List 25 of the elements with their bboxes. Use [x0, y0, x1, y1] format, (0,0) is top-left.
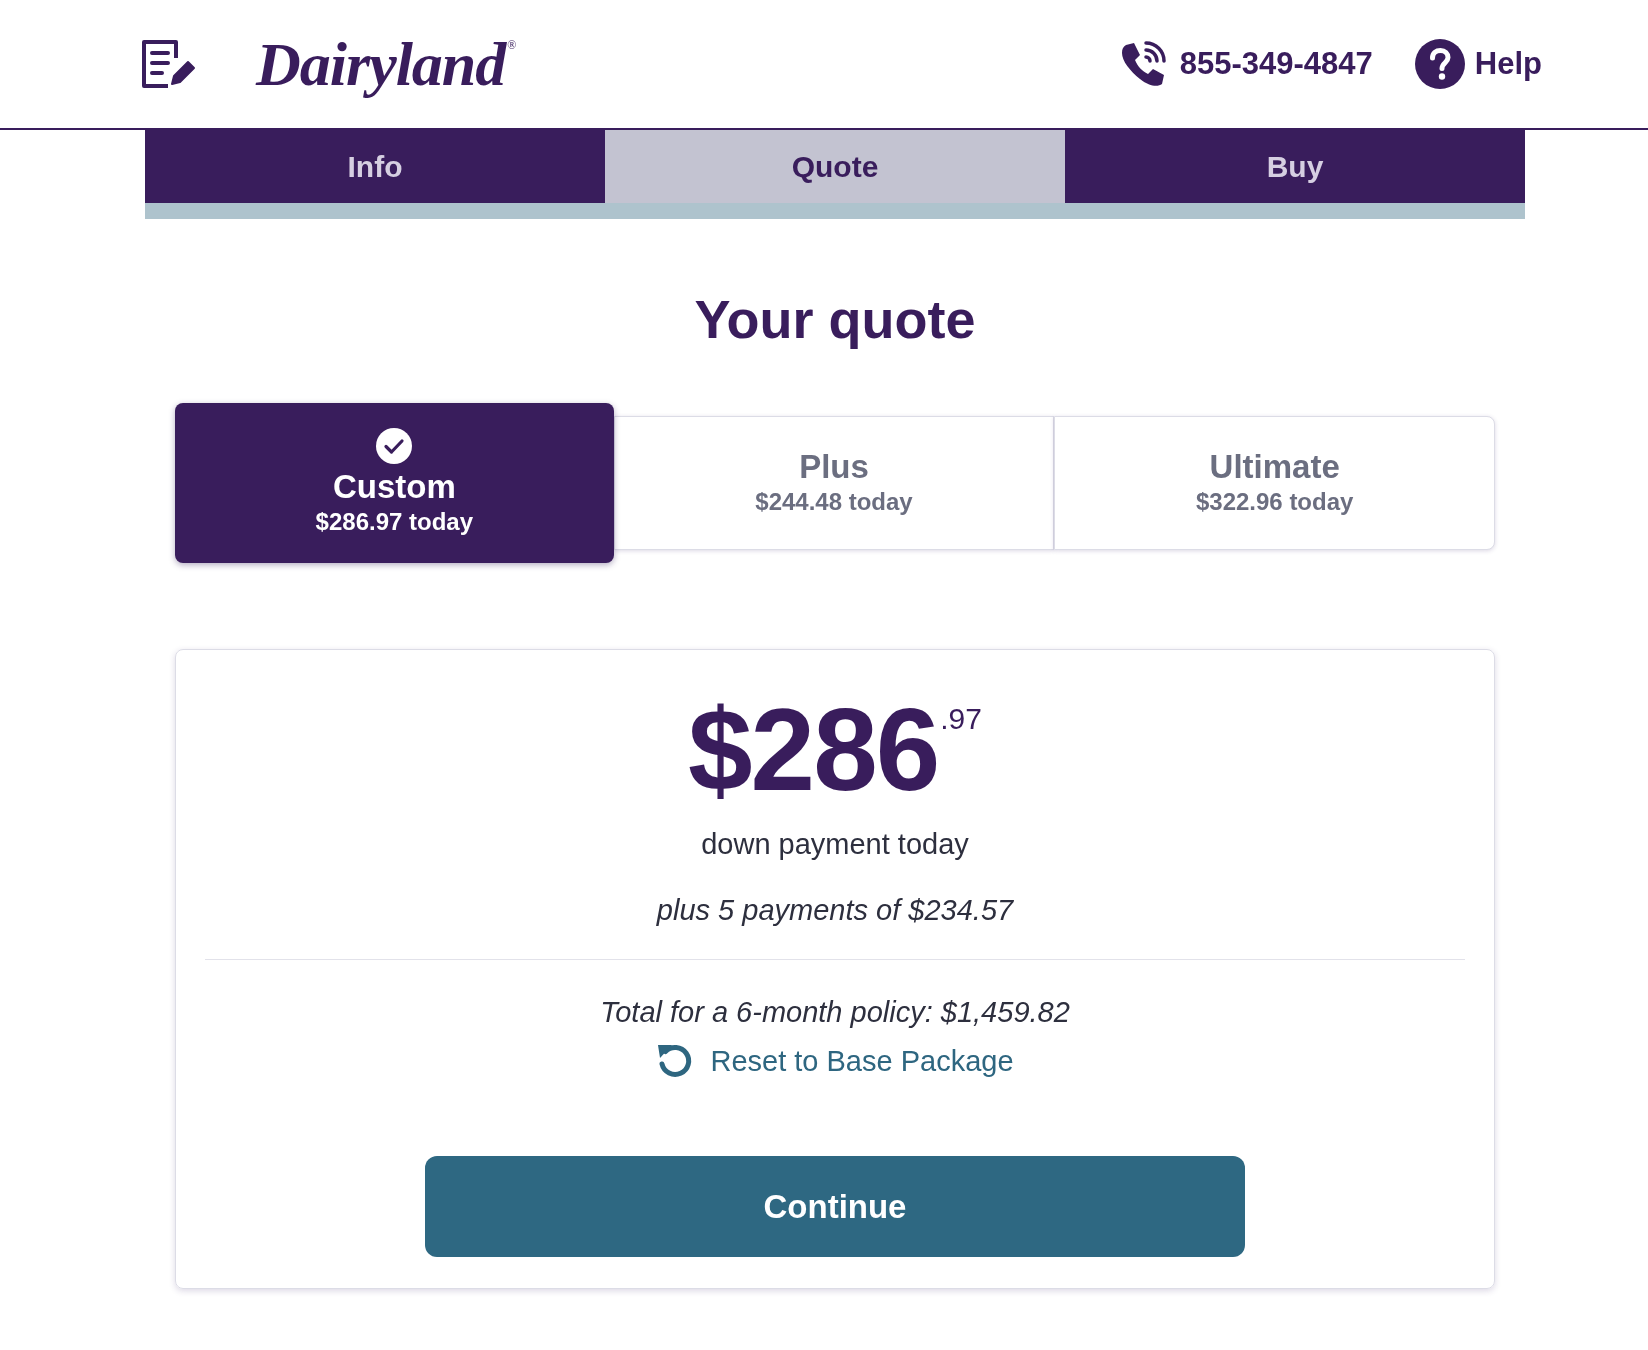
policy-total-text: Total for a 6-month policy: $1,459.82	[600, 995, 1070, 1030]
reset-link[interactable]: Reset to Base Package	[656, 1042, 1014, 1080]
package-option[interactable]: Ultimate $322.96 today	[1054, 416, 1495, 550]
step-tab[interactable]: Buy	[1065, 130, 1525, 203]
package-name: Ultimate	[1209, 448, 1340, 486]
step-tab[interactable]: Quote	[605, 130, 1065, 203]
package-price: $322.96 today	[1195, 487, 1354, 517]
package-price: $286.97 today	[315, 507, 474, 537]
package-name: Custom	[332, 468, 456, 506]
phone-number-link[interactable]: 855-349-4847	[1179, 40, 1373, 88]
down-payment-cents: .97	[940, 704, 982, 734]
continue-button[interactable]: Continue	[425, 1156, 1245, 1257]
check-circle-icon	[376, 428, 413, 464]
page-title: Your quote	[693, 288, 977, 351]
package-price: $244.48 today	[755, 487, 913, 517]
down-payment-caption: down payment today	[701, 827, 969, 862]
help-icon[interactable]	[1414, 39, 1465, 89]
package-name: Plus	[799, 448, 869, 486]
down-payment-amount: $286	[688, 692, 939, 808]
installments-text: plus 5 payments of $234.57	[656, 893, 1014, 928]
step-tab[interactable]: Info	[145, 130, 605, 203]
package-option[interactable]: Plus $244.48 today	[613, 416, 1055, 550]
package-option[interactable]: Custom $286.97 today	[175, 403, 614, 563]
help-link[interactable]: Help	[1474, 40, 1542, 88]
document-edit-icon[interactable]	[140, 38, 196, 90]
